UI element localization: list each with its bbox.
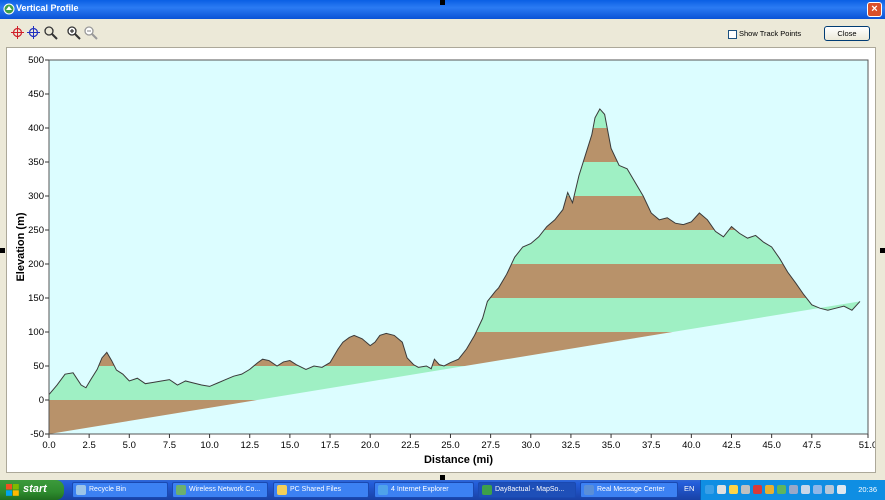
recycle-bin-icon bbox=[76, 485, 86, 495]
show-track-points-checkbox[interactable] bbox=[728, 30, 737, 39]
task-label: Day8actual - MapSo... bbox=[495, 486, 565, 493]
windows-flag-icon bbox=[6, 484, 19, 496]
tray-security-icon[interactable] bbox=[729, 485, 738, 494]
x-tick-label: 20.0 bbox=[361, 440, 380, 451]
y-tick-label: 400 bbox=[28, 123, 44, 134]
show-track-points-label: Show Track Points bbox=[739, 29, 802, 38]
close-button[interactable]: Close bbox=[824, 26, 870, 41]
resize-handle-left[interactable] bbox=[0, 248, 5, 253]
zoom-box-icon[interactable] bbox=[43, 25, 58, 40]
task-wireless-network[interactable]: Wireless Network Co... bbox=[172, 482, 268, 498]
x-tick-label: 7.5 bbox=[163, 440, 176, 451]
tray-display-icon[interactable] bbox=[801, 485, 810, 494]
tray-volume-icon[interactable] bbox=[813, 485, 822, 494]
x-tick-label: 37.5 bbox=[642, 440, 661, 451]
x-tick-label: 40.0 bbox=[682, 440, 701, 451]
taskbar: start Recycle Bin Wireless Network Co...… bbox=[0, 480, 885, 500]
y-tick-label: 200 bbox=[28, 259, 44, 270]
task-recycle-bin[interactable]: Recycle Bin bbox=[72, 482, 168, 498]
clock: 20:36 bbox=[858, 485, 877, 494]
x-tick-label: 45.0 bbox=[762, 440, 781, 451]
tray-speaker-icon[interactable] bbox=[837, 485, 846, 494]
x-tick-label: 22.5 bbox=[401, 440, 420, 451]
y-tick-label: 500 bbox=[28, 55, 44, 66]
folder-icon bbox=[277, 485, 287, 495]
message-center-icon bbox=[584, 485, 594, 495]
system-tray: 20:36 bbox=[700, 480, 885, 500]
x-tick-label: 30.0 bbox=[522, 440, 541, 451]
resize-handle-right[interactable] bbox=[880, 248, 885, 253]
x-tick-label: 51.0 bbox=[859, 440, 875, 451]
x-axis-label: Distance (mi) bbox=[424, 454, 493, 466]
wireless-network-icon bbox=[176, 485, 186, 495]
window-title: Vertical Profile bbox=[16, 3, 79, 13]
task-internet-explorer[interactable]: 4 Internet Explorer bbox=[374, 482, 474, 498]
task-pc-shared-files[interactable]: PC Shared Files bbox=[273, 482, 369, 498]
x-tick-label: 0.0 bbox=[42, 440, 55, 451]
y-axis-label: Elevation (m) bbox=[15, 212, 27, 281]
x-tick-label: 17.5 bbox=[321, 440, 340, 451]
zoom-in-icon[interactable] bbox=[66, 25, 81, 40]
window-close-button[interactable]: × bbox=[867, 2, 882, 17]
x-tick-label: 27.5 bbox=[481, 440, 500, 451]
x-tick-label: 2.5 bbox=[83, 440, 96, 451]
y-tick-label: -50 bbox=[30, 429, 44, 440]
elevation-chart-panel: -50 0 50 100 150 200 250 300 350 400 450 500 0.0 2.5 5… bbox=[6, 47, 876, 473]
y-tick-label: 100 bbox=[28, 327, 44, 338]
mapsource-icon bbox=[482, 485, 492, 495]
tray-network-icon[interactable] bbox=[705, 485, 714, 494]
elevation-profile-chart: -50 0 50 100 150 200 250 300 350 400 450 500 0.0 2.5 5… bbox=[15, 55, 875, 466]
task-label: Wireless Network Co... bbox=[189, 486, 261, 493]
zoom-out-icon[interactable] bbox=[83, 25, 98, 40]
center-crosshair-icon[interactable] bbox=[26, 25, 41, 40]
start-label: start bbox=[23, 483, 47, 495]
task-label: 4 Internet Explorer bbox=[391, 486, 449, 493]
y-tick-label: 350 bbox=[28, 157, 44, 168]
tray-battery-icon[interactable] bbox=[777, 485, 786, 494]
x-tick-label: 15.0 bbox=[281, 440, 300, 451]
start-button[interactable]: start bbox=[0, 480, 64, 500]
task-label: PC Shared Files bbox=[290, 486, 341, 493]
y-tick-label: 250 bbox=[28, 225, 44, 236]
tray-usb-icon[interactable] bbox=[825, 485, 834, 494]
x-tick-label: 5.0 bbox=[123, 440, 136, 451]
y-tick-label: 300 bbox=[28, 191, 44, 202]
tray-antivirus-icon[interactable] bbox=[753, 485, 762, 494]
task-real-message-center[interactable]: Real Message Center bbox=[580, 482, 678, 498]
tray-device-icon[interactable] bbox=[741, 485, 750, 494]
resize-handle-top[interactable] bbox=[440, 0, 445, 5]
x-tick-label: 47.5 bbox=[803, 440, 822, 451]
tray-printer-icon[interactable] bbox=[789, 485, 798, 494]
y-tick-label: 450 bbox=[28, 89, 44, 100]
task-label: Real Message Center bbox=[597, 486, 665, 493]
x-tick-label: 42.5 bbox=[722, 440, 741, 451]
y-tick-label: 0 bbox=[39, 395, 44, 406]
x-tick-label: 32.5 bbox=[562, 440, 581, 451]
app-icon bbox=[3, 3, 15, 15]
tray-update-icon[interactable] bbox=[765, 485, 774, 494]
task-label: Recycle Bin bbox=[89, 486, 126, 493]
tray-bluetooth-icon[interactable] bbox=[717, 485, 726, 494]
x-tick-label: 10.0 bbox=[200, 440, 219, 451]
pan-crosshair-icon[interactable] bbox=[10, 25, 25, 40]
language-indicator[interactable]: EN bbox=[684, 484, 694, 493]
x-tick-label: 35.0 bbox=[602, 440, 621, 451]
internet-explorer-icon bbox=[378, 485, 388, 495]
task-mapsource[interactable]: Day8actual - MapSo... bbox=[478, 482, 576, 498]
vertical-profile-window: Vertical Profile × Show Track Points Clo… bbox=[0, 0, 885, 480]
x-tick-label: 12.5 bbox=[240, 440, 259, 451]
y-tick-label: 50 bbox=[33, 361, 44, 372]
y-tick-label: 150 bbox=[28, 293, 44, 304]
x-tick-label: 25.0 bbox=[441, 440, 460, 451]
